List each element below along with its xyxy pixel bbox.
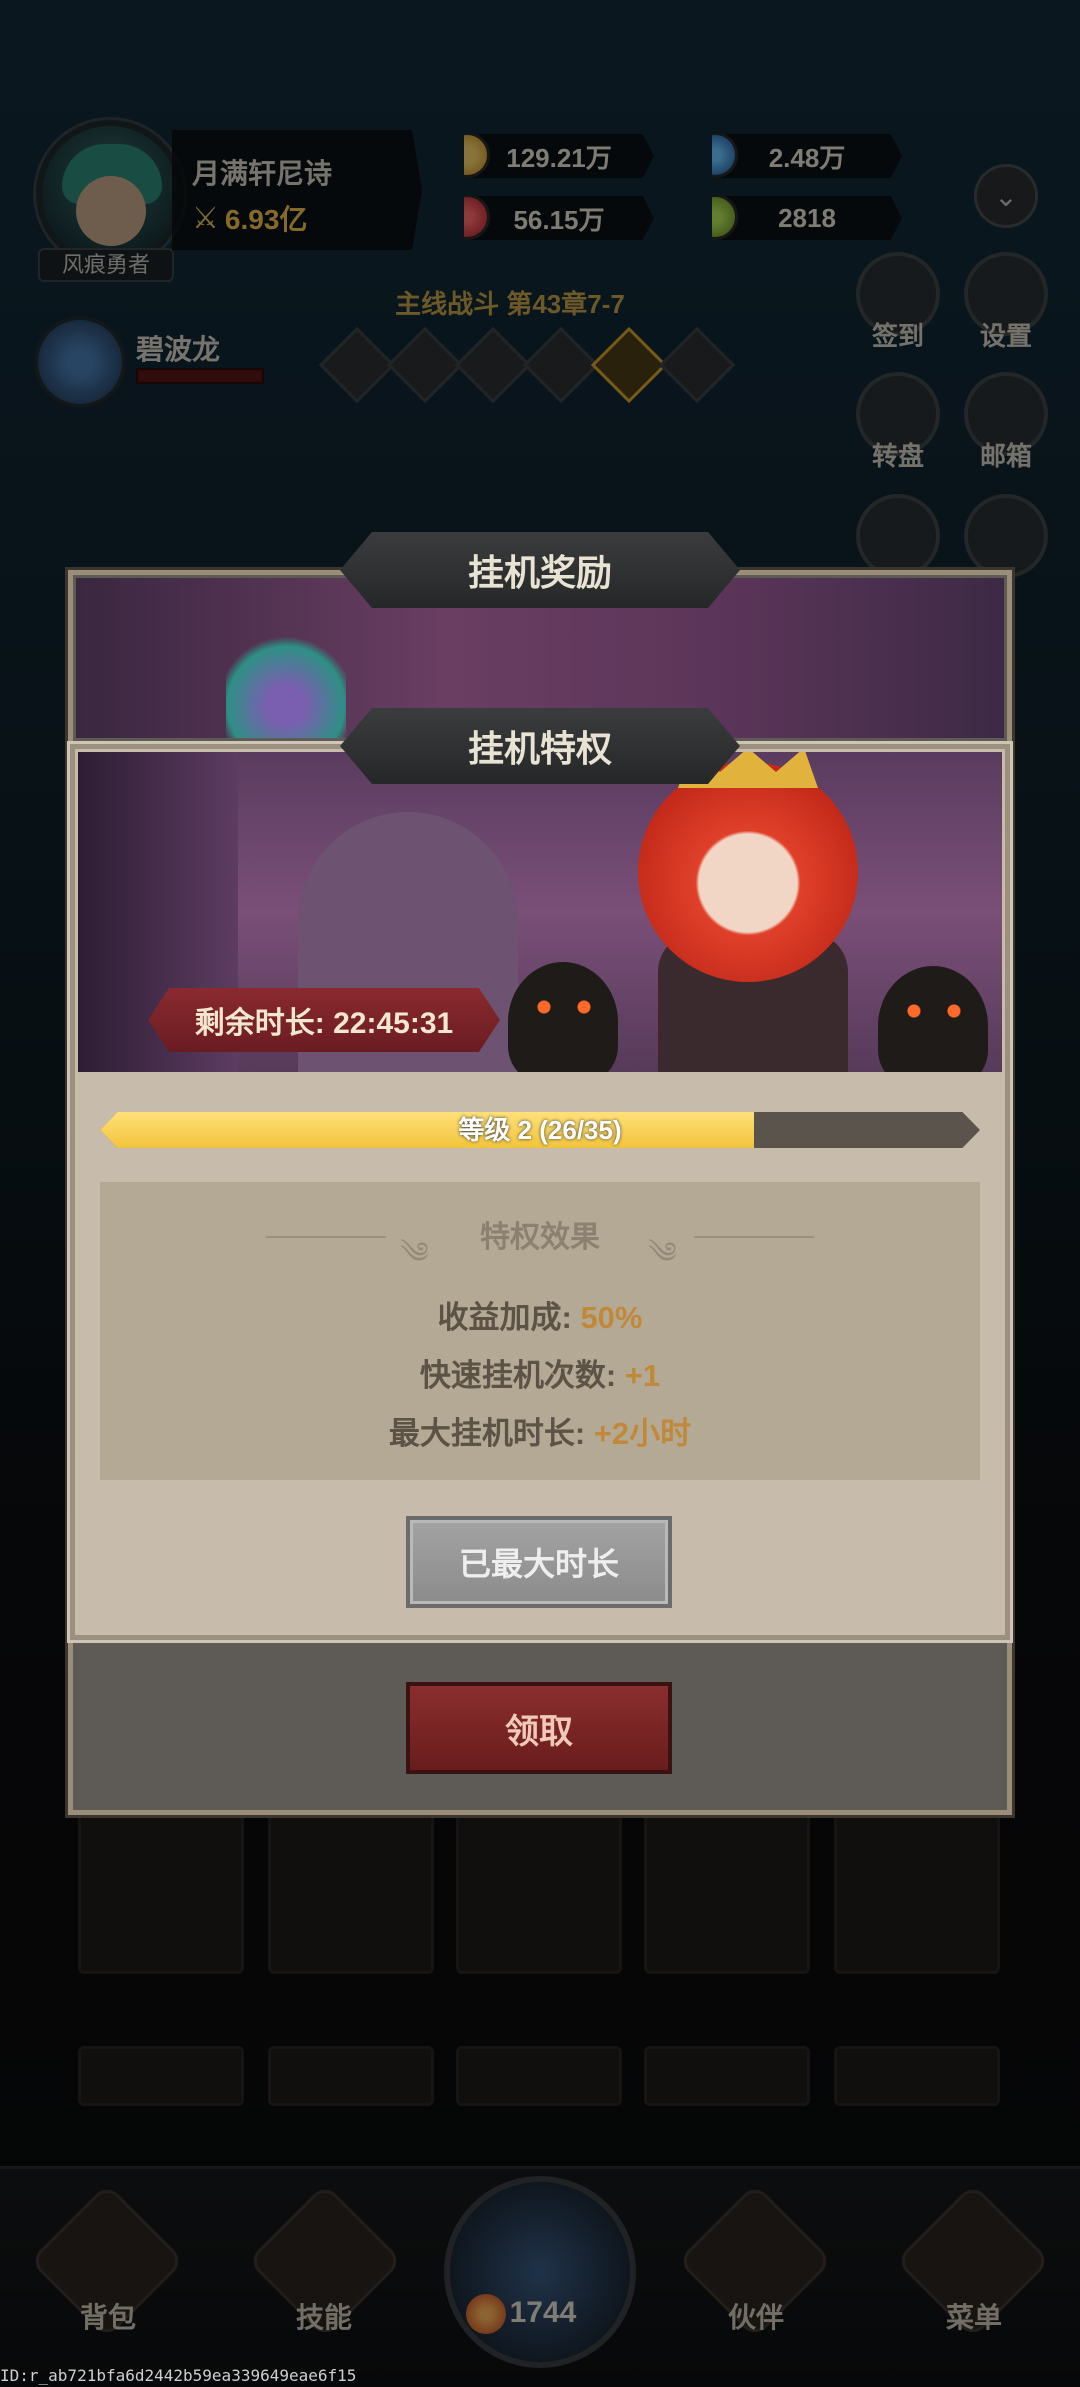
remaining-time: 剩余时长: 22:45:31 — [148, 988, 500, 1052]
claim-button[interactable]: 领取 — [406, 1682, 672, 1774]
effect-label: 最大挂机时长: — [388, 1416, 594, 1451]
red-haired-hero — [638, 762, 858, 982]
effects-header: 特权效果 — [480, 1221, 600, 1254]
effect-label: 快速挂机次数: — [419, 1358, 625, 1393]
max-duration-button[interactable]: 已最大时长 — [406, 1516, 672, 1608]
effect-value: +1 — [624, 1358, 661, 1393]
black-cat — [878, 966, 988, 1072]
level-progress-bar: 等级 2 (26/35) — [100, 1112, 980, 1148]
idle-privilege-title: 挂机特权 — [340, 708, 740, 784]
idle-reward-title: 挂机奖励 — [340, 532, 740, 608]
effect-value: 50% — [580, 1300, 643, 1335]
effect-value: +2小时 — [593, 1416, 692, 1451]
watermark: ID:r_ab721bfa6d2442b59ea339649eae6f15 — [0, 2366, 357, 2385]
effect-income-bonus: 收益加成: 50% — [100, 1292, 980, 1337]
purple-flame-icon — [226, 628, 346, 738]
effect-label: 收益加成: — [437, 1300, 581, 1335]
game-scene: 风痕勇者 月满轩尼诗 ⚔ 6.93亿 129.21万 2.48万 56.15万 … — [0, 0, 1080, 2387]
effect-max-idle-time: 最大挂机时长: +2小时 — [100, 1408, 980, 1453]
effect-quick-idle: 快速挂机次数: +1 — [100, 1350, 980, 1395]
level-text: 等级 2 (26/35) — [458, 1115, 622, 1145]
black-cat — [508, 962, 618, 1072]
